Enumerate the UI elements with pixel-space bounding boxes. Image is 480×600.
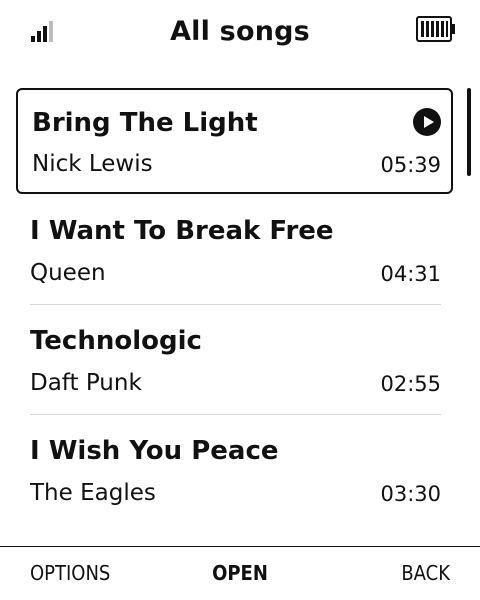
divider xyxy=(30,304,441,305)
song-item-technologic[interactable]: Technologic Daft Punk 02:55 xyxy=(16,320,453,412)
back-softkey[interactable]: BACK xyxy=(401,561,450,585)
song-duration: 04:31 xyxy=(380,262,441,286)
song-artist: Nick Lewis xyxy=(32,151,153,177)
play-icon xyxy=(413,108,441,136)
song-duration: 03:30 xyxy=(380,482,441,506)
song-title: Bring The Light xyxy=(32,108,258,138)
song-title: Technologic xyxy=(30,326,202,356)
song-item-i-want-to-break-free[interactable]: I Want To Break Free Queen 04:31 xyxy=(16,210,453,302)
page-title: All songs xyxy=(170,16,310,47)
scrollbar[interactable] xyxy=(467,88,471,176)
song-item-bring-the-light[interactable]: Bring The Light Nick Lewis 05:39 xyxy=(16,88,453,194)
song-list[interactable]: Bring The Light Nick Lewis 05:39 I Want … xyxy=(0,86,480,536)
song-title: I Wish You Peace xyxy=(30,436,279,466)
battery-full-icon xyxy=(416,16,455,42)
song-artist: The Eagles xyxy=(30,480,156,506)
divider xyxy=(30,414,441,415)
softkey-bar: OPTIONS OPEN BACK xyxy=(0,546,480,600)
song-item-i-wish-you-peace[interactable]: I Wish You Peace The Eagles 03:30 xyxy=(16,430,453,522)
song-title: I Want To Break Free xyxy=(30,216,334,246)
song-duration: 02:55 xyxy=(380,372,441,396)
status-bar: All songs xyxy=(0,0,480,66)
song-artist: Daft Punk xyxy=(30,370,142,396)
song-duration: 05:39 xyxy=(380,153,441,177)
song-artist: Queen xyxy=(30,260,106,286)
